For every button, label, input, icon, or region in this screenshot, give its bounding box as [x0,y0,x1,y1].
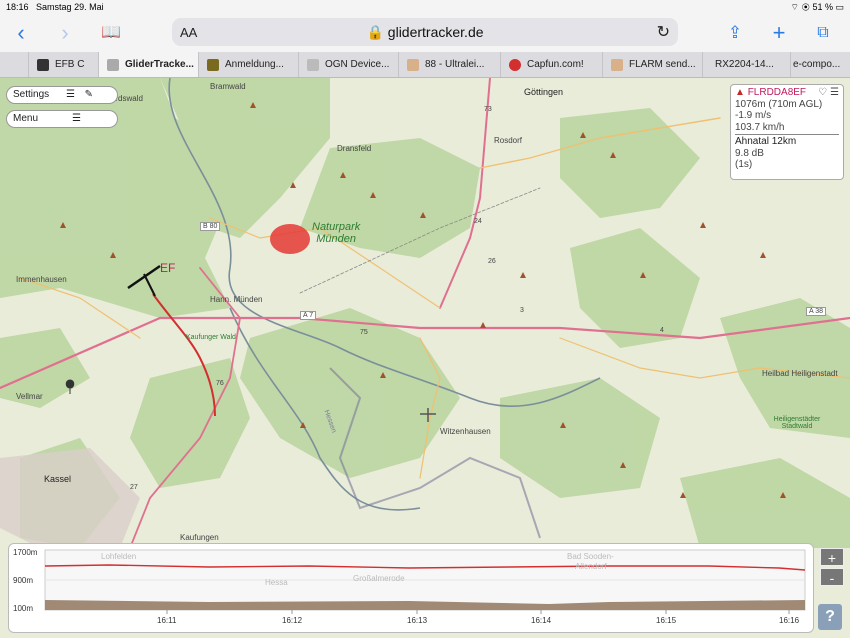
map-label-bramwald: Bramwald [210,82,246,91]
site-icon [611,59,623,71]
settings-button[interactable]: Settings ☰ ✎ [6,86,118,104]
road-number-76: 76 [216,380,224,387]
zoom-in-button[interactable]: + [820,548,844,566]
share-icon[interactable]: ⇪ [722,20,748,46]
map-label-immenhausen: Immenhausen [16,275,67,284]
browser-toolbar: ‹ › 📖 AA 🔒 glidertracker.de ↻ ⇪ + ⧉ [0,14,850,52]
tab-flarm[interactable]: FLARM send... [602,52,702,77]
map-label-kaufunger-wald: Kaufunger Wald [186,334,236,341]
tab-ecompo[interactable]: e-compo... [790,52,850,77]
receiver-marker-icon[interactable] [65,379,75,394]
road-shield-a7: A 7 [300,311,317,320]
age-value: (1s) [735,159,753,170]
callsign[interactable]: FLRDDA8EF [748,87,806,98]
vario-value: -1.9 m/s [735,110,772,121]
menu-button[interactable]: Menu ☰ [6,110,118,128]
map-label-rosdorf: Rosdorf [494,136,523,145]
site-icon [407,59,419,71]
map-view[interactable]: Bramwald Göttingen Reinhardswald Dransfe… [0,78,850,638]
url-text: 🔒 glidertracker.de [366,24,484,40]
baro-ylabel-bottom: 100m [13,604,34,613]
github-icon [37,59,49,71]
tab-capfun[interactable]: Capfun.com! [500,52,602,77]
tab-bar: EFB C GliderTracke... Anmeldung... OGN D… [0,52,850,78]
baro-ylabel-top: 1700m [13,548,38,557]
map-label-vellmar: Vellmar [16,392,43,401]
tab-ogn[interactable]: OGN Device... [298,52,398,77]
hamburger-icon: ☰ [72,113,81,124]
road-shield-a38: A 38 [806,307,827,316]
map-label-witzenhausen: Witzenhausen [440,427,491,436]
road-number-75: 75 [360,329,368,336]
baro-bg-label: Großalmerode [353,574,405,583]
map-label-kaufungen: Kaufungen [180,533,219,542]
status-time-date: 18:16 Samstag 29. Mai [6,2,104,12]
map-label-dransfeld: Dransfeld [337,144,372,153]
site-icon [509,59,521,71]
tab-glidertracker[interactable]: GliderTracke... [98,52,198,77]
receiver-value: Ahnatal 12km [735,136,797,147]
baro-bg-label: Allendorf [575,562,607,571]
baro-xlabel: 16:11 [157,616,177,625]
road-number-73: 73 [484,106,492,113]
road-number-26: 26 [488,258,496,265]
divider [735,134,839,135]
road-number-24: 24 [474,218,482,225]
map-label-goettingen: Göttingen [524,87,564,97]
tab-rx2204[interactable]: RX2204-14... [702,52,790,77]
map-label-kassel: Kassel [44,474,72,484]
forward-button[interactable]: › [52,20,78,46]
tab-anmeldung[interactable]: Anmeldung... [198,52,298,77]
speed-value: 103.7 km/h [735,121,785,133]
status-battery: ⌔ ◉ 51 % ▭ [790,2,844,12]
barogram-panel: 1700m 900m 100m 16:11 16:12 16:13 16:14 … [8,543,814,633]
aircraft-info-panel: ▲ FLRDDA8EF ♡ ☰ 1076m (710m AGL) -1.9 m/s… [730,84,844,180]
hamburger-icon: ☰ [66,89,75,100]
map-label-heilbad: Heilbad Heiligenstadt [762,369,838,378]
baro-xlabel: 16:16 [779,616,800,625]
site-icon [207,59,219,71]
baro-xlabel: 16:12 [282,616,303,625]
baro-bg-label: Hessa [265,578,288,587]
baro-xlabel: 16:13 [407,616,428,625]
address-bar[interactable]: AA 🔒 glidertracker.de ↻ [172,18,678,46]
help-button[interactable]: ? [818,604,842,630]
tab-ultraleicht[interactable]: 88 - Ultralei... [398,52,500,77]
map-label-naturpark: Naturpark Münden [312,221,361,245]
heatmap-blob [270,224,310,254]
back-button[interactable]: ‹ [8,20,34,46]
site-icon [307,59,319,71]
edit-icon: ✎ [84,89,93,100]
zoom-out-button[interactable]: - [820,568,844,586]
info-menu-icon[interactable]: ♡ ☰ [818,87,839,99]
map-label-hann-muenden: Hann. Münden [210,295,263,304]
road-number-27: 27 [130,484,138,491]
baro-ylabel-mid: 900m [13,576,34,585]
baro-xlabel: 16:15 [656,616,677,625]
tab-efb[interactable]: EFB C [28,52,98,77]
baro-xlabel: 16:14 [531,616,552,625]
new-tab-icon[interactable]: + [766,20,792,46]
close-tab-icon[interactable] [107,59,119,71]
tabs-overview-icon[interactable]: ⧉ [810,20,836,46]
baro-bg-label: Bad Sooden- [567,552,614,561]
map-label-stadtwald: Heiligenstädter Stadtwald [773,416,821,430]
road-number-4: 4 [660,327,664,334]
warning-icon: ▲ [735,87,745,98]
glider-label: EF [160,261,176,275]
road-number-3: 3 [520,307,524,314]
baro-bg-label: Lohfelden [101,552,137,561]
bookmarks-icon[interactable]: 📖 [98,20,124,46]
reload-icon[interactable]: ↻ [657,22,670,42]
status-bar: 18:16 Samstag 29. Mai ⌔ ◉ 51 % ▭ [0,0,850,14]
altitude-value: 1076m (710m AGL) [735,98,823,110]
road-shield-b80: B 80 [200,222,221,231]
signal-value: 9.8 dB [735,147,764,159]
